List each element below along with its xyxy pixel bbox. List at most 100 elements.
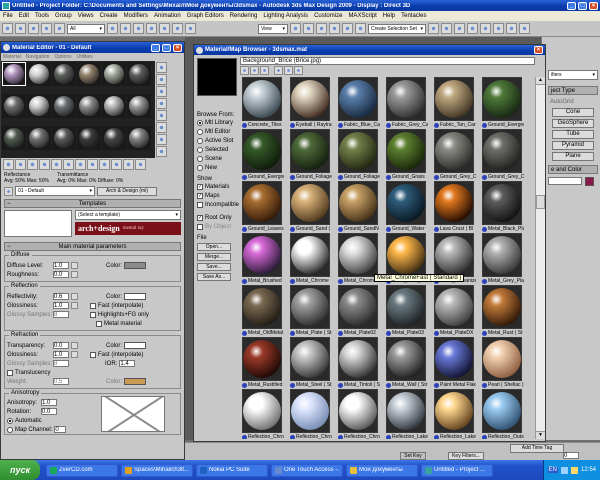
schematic-icon[interactable] xyxy=(480,23,491,34)
render-setup-icon[interactable] xyxy=(506,23,517,34)
add-time-tag-button[interactable]: Add Time Tag xyxy=(510,444,564,453)
view-large-icons-icon[interactable] xyxy=(260,66,269,75)
roughness-spinner[interactable]: 0.0 xyxy=(53,271,69,278)
refraction-color-swatch[interactable] xyxy=(124,342,147,349)
material-cell[interactable]: Metal_Plate03 xyxy=(386,285,428,338)
menu-graph-editors[interactable]: Graph Editors xyxy=(187,13,224,19)
go-sibling-icon[interactable] xyxy=(135,159,146,170)
menu-edit[interactable]: Edit xyxy=(19,13,29,19)
material-cell[interactable]: Ground_Leaves xyxy=(242,181,284,234)
move-icon[interactable] xyxy=(159,23,170,34)
show-checkbox[interactable]: ✓ xyxy=(197,183,203,190)
sample-slot[interactable] xyxy=(127,62,151,86)
metal-material-checkbox[interactable] xyxy=(96,320,102,327)
automatic-radio[interactable] xyxy=(7,417,13,424)
refraction-fast-checkbox[interactable] xyxy=(90,351,96,358)
menu-views[interactable]: Views xyxy=(78,13,94,19)
material-cell[interactable]: Metal_Brushed xyxy=(242,233,284,286)
sample-slot[interactable] xyxy=(52,126,76,150)
maximize-icon[interactable]: □ xyxy=(162,43,171,52)
menu-maxscript[interactable]: MAXScript xyxy=(348,13,376,19)
sample-slot[interactable] xyxy=(27,94,51,118)
close-icon[interactable]: × xyxy=(589,1,598,10)
material-cell[interactable]: Ground_Sand ( xyxy=(290,181,332,234)
browser-scrollbar[interactable]: ▲ ▼ xyxy=(535,77,545,439)
select-icon[interactable] xyxy=(107,23,118,34)
make-unique-icon[interactable] xyxy=(63,159,74,170)
reflection-glossiness-spinner[interactable]: 1.0 xyxy=(53,302,69,309)
material-cell[interactable]: Paint Metal Flake xyxy=(434,337,476,390)
unlink-icon[interactable] xyxy=(41,23,52,34)
sample-slot[interactable] xyxy=(102,126,126,150)
selection-filter-dropdown[interactable]: All ▾ xyxy=(67,23,105,34)
material-cell[interactable]: Metal_Chrome xyxy=(290,233,332,286)
layer-icon[interactable] xyxy=(454,23,465,34)
options-icon[interactable] xyxy=(156,134,167,145)
primitive-button-plane[interactable]: Plane xyxy=(552,152,594,161)
browse-from-radio[interactable] xyxy=(197,155,203,162)
object-type-rollout[interactable]: ject Type xyxy=(548,86,598,95)
sample-slot[interactable] xyxy=(127,126,151,150)
file-button-merge[interactable]: Merge... xyxy=(197,253,231,261)
put-to-scene-icon[interactable] xyxy=(15,159,26,170)
material-cell[interactable]: Ground_Grey_Di xyxy=(434,129,476,182)
map-button[interactable] xyxy=(71,342,78,349)
transparency-spinner[interactable]: 0.0 xyxy=(53,342,69,349)
taskbar-item[interactable]: One Touch Access -... xyxy=(271,463,343,477)
material-cell[interactable]: Metal_Plate ( St xyxy=(290,285,332,338)
menu-rendering[interactable]: Rendering xyxy=(230,13,258,19)
material-cell[interactable]: Ground_Evergree xyxy=(242,129,284,182)
redo-icon[interactable] xyxy=(15,23,26,34)
view-list-icon[interactable] xyxy=(240,66,249,75)
make-preview-icon[interactable] xyxy=(156,122,167,133)
material-editor-icon[interactable] xyxy=(493,23,504,34)
align-icon[interactable] xyxy=(441,23,452,34)
get-material-icon[interactable] xyxy=(3,159,14,170)
highlights-fg-checkbox[interactable] xyxy=(90,311,96,318)
material-cell[interactable]: Metal_PlateDX xyxy=(434,285,476,338)
menu-help[interactable]: Help xyxy=(383,13,395,19)
file-button-saveas[interactable]: Save As... xyxy=(197,273,231,281)
map-button[interactable] xyxy=(71,302,78,309)
material-cell[interactable]: Reflection_Chro xyxy=(242,389,284,439)
template-select[interactable]: (Select a template) ▾ xyxy=(75,210,181,220)
diffuse-level-spinner[interactable]: 1.0 xyxy=(53,262,69,269)
material-cell[interactable]: Metal_Steel ( St xyxy=(290,337,332,390)
main-params-rollout-header[interactable]: − Main material parameters xyxy=(4,242,181,251)
key-filters-button[interactable]: Key Filters... xyxy=(448,452,484,460)
rect-select-icon[interactable] xyxy=(133,23,144,34)
background-icon[interactable] xyxy=(156,86,167,97)
rotate-icon[interactable] xyxy=(172,23,183,34)
browse-from-radio[interactable] xyxy=(197,128,203,135)
put-to-library-icon[interactable] xyxy=(75,159,86,170)
pick-material-icon[interactable] xyxy=(4,186,13,196)
render-icon[interactable] xyxy=(519,23,530,34)
material-cell[interactable]: Ground_Grass xyxy=(386,129,428,182)
material-cell[interactable]: Metal_Wall ( Str xyxy=(386,337,428,390)
object-color-swatch[interactable] xyxy=(585,176,594,186)
sample-slot[interactable] xyxy=(27,62,51,86)
map-button[interactable] xyxy=(71,271,78,278)
scale-icon[interactable] xyxy=(185,23,196,34)
translucency-checkbox[interactable] xyxy=(7,369,13,376)
primitive-button-geosphere[interactable]: GeoSphere xyxy=(552,119,594,128)
browse-from-radio[interactable] xyxy=(197,119,203,126)
menu-customize[interactable]: Customize xyxy=(314,13,342,19)
spinner-snap-icon[interactable] xyxy=(355,23,366,34)
scroll-thumb[interactable] xyxy=(536,195,545,209)
view-small-icons-icon[interactable] xyxy=(250,66,259,75)
select-by-name-icon[interactable] xyxy=(120,23,131,34)
primitive-button-cone[interactable]: Cone xyxy=(552,108,594,117)
browse-from-radio[interactable] xyxy=(197,164,203,171)
copy-material-icon[interactable] xyxy=(51,159,62,170)
backlight-icon[interactable] xyxy=(156,74,167,85)
angle-snap-icon[interactable] xyxy=(329,23,340,34)
browse-from-radio[interactable] xyxy=(197,137,203,144)
material-cell[interactable]: Reflection_Lake xyxy=(434,389,476,439)
taskbar-item[interactable]: Nokia PC Suite xyxy=(196,463,268,477)
taskbar-item[interactable]: Untitled - Project ... xyxy=(421,463,493,477)
network-icon[interactable] xyxy=(560,466,568,474)
taskbar-item[interactable]: Spaces\Mihailch3lt... xyxy=(121,463,193,477)
object-name-field[interactable] xyxy=(548,177,582,185)
assign-material-icon[interactable] xyxy=(27,159,38,170)
